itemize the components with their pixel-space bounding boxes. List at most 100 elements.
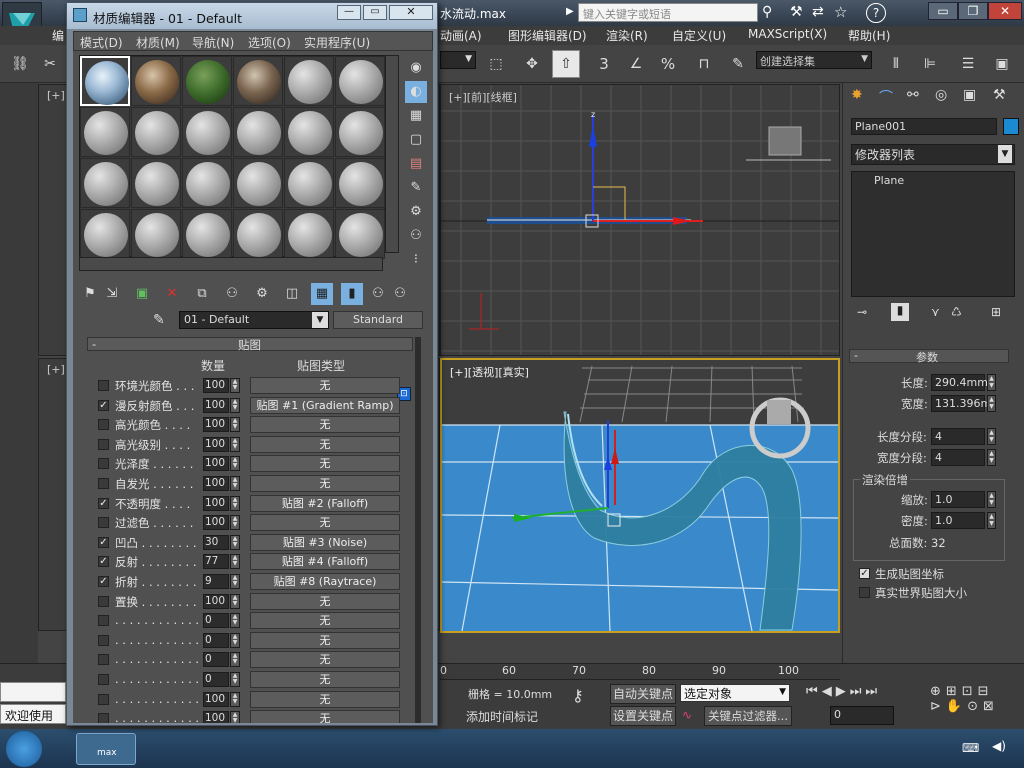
sample-slot-7[interactable] [80,107,130,157]
density-field[interactable]: 1.0 [931,512,985,529]
go-forward-sibling-icon[interactable]: ⚇ [389,283,411,305]
sample-slot-9[interactable] [182,107,232,157]
map-amount-spinner[interactable]: ▲ ▼ [230,476,240,491]
sample-slot-24[interactable] [335,209,385,259]
tools-icon[interactable]: ⚒ [790,4,803,20]
volume-icon[interactable]: ◀) [992,739,1006,753]
map-slot-button[interactable]: 无 [250,435,400,453]
video-color-check-icon[interactable]: ▤ [405,153,427,175]
object-name-field[interactable]: Plane001 [851,118,997,135]
keyboard-icon[interactable]: ⌨ [962,741,979,755]
sample-slot-14[interactable] [131,158,181,208]
map-slot-button[interactable]: 无 [250,514,400,532]
make-copy-icon[interactable]: ⧉ [191,283,213,305]
map-amount-spinner[interactable]: ▲ ▼ [230,515,240,531]
map-amount-field[interactable]: 100 [203,593,229,609]
map-enable-checkbox[interactable] [98,713,109,723]
menu-maxscript[interactable]: MAXScript(X) [748,27,827,41]
maxscript-listener-mini[interactable] [0,682,66,702]
width-field[interactable]: 131.396m [931,395,991,412]
map-slot-button[interactable]: 贴图 #1 (Gradient Ramp) [250,396,400,414]
map-amount-field[interactable]: 0 [203,632,229,648]
spinner-snap-icon[interactable]: ⊓ [690,50,718,78]
taskbar-3dsmax[interactable]: max [76,733,136,765]
slots-horizontal-scrollbar[interactable] [79,257,383,271]
snap-3-icon[interactable]: 3 [590,50,618,78]
width-segs-spinner[interactable]: ▲ ▼ [987,449,996,466]
sample-slot-10[interactable] [233,107,283,157]
start-orb-icon[interactable] [6,731,42,767]
map-amount-spinner[interactable]: ▲ ▼ [230,397,240,413]
gen-map-coords-checkbox[interactable]: ✓ [859,568,870,579]
material-map-navigator-icon[interactable]: ⁝ [405,249,427,271]
remove-modifier-icon[interactable]: ♺ [951,305,962,319]
sample-type-icon[interactable]: ◉ [405,57,427,79]
med-maximize-button[interactable]: ▭ [363,5,387,20]
map-slot-button[interactable]: 无 [250,377,400,394]
sample-slot-17[interactable] [284,158,334,208]
select-by-name-icon[interactable]: ⬚ [482,50,510,78]
scale-spinner[interactable]: ▲ ▼ [987,491,996,508]
reset-map-icon[interactable]: ✕ [161,283,183,305]
map-amount-field[interactable]: 100 [203,476,229,491]
med-minimize-button[interactable]: — [337,5,361,20]
reference-coord-icon[interactable]: ⇧ [552,50,580,78]
map-amount-field[interactable]: 30 [203,534,229,550]
assign-to-selection-icon[interactable]: ▣ [131,283,153,305]
backlight-icon[interactable]: ◐ [405,81,427,103]
map-amount-spinner[interactable]: ▲ ▼ [230,711,240,723]
put-to-library-icon[interactable]: ⚙ [251,283,273,305]
show-map-in-viewport-icon[interactable]: ▦ [311,283,333,305]
sample-slot-19[interactable] [80,209,130,259]
map-amount-spinner[interactable]: ▲ ▼ [230,495,240,511]
width-spinner[interactable]: ▲ ▼ [987,395,996,412]
map-enable-checkbox[interactable] [98,674,109,685]
exchange-icon[interactable]: ⇄ [812,4,824,20]
show-end-result-icon[interactable]: ▮ [891,303,909,321]
auto-key-button[interactable]: 自动关键点 [610,684,676,704]
map-amount-spinner[interactable]: ▲ ▼ [230,613,240,629]
motion-tab-icon[interactable]: ◎ [935,87,947,103]
sample-slot-13[interactable] [80,158,130,208]
map-slot-button[interactable]: 无 [250,592,400,610]
binoculars-icon[interactable]: ⚲ [762,4,772,20]
med-menu-material[interactable]: 材质(M) [136,34,180,51]
close-button[interactable]: ✕ [988,2,1022,20]
background-icon[interactable]: ▦ [405,105,427,127]
sample-slot-16[interactable] [233,158,283,208]
align-icon[interactable]: ⊫ [916,50,944,78]
mirror-icon[interactable]: ⫴ [882,50,910,78]
sample-slot-1[interactable] [80,56,130,106]
get-material-icon[interactable]: ⚑ [79,283,101,305]
map-enable-checkbox[interactable] [98,478,109,489]
menu-help[interactable]: 帮助(H) [848,27,890,44]
sample-slot-6[interactable] [335,56,385,106]
menu-graph-editors[interactable]: 图形编辑器(D) [508,27,587,44]
render-setup-icon[interactable]: ▣ [988,50,1016,78]
sample-slot-11[interactable] [284,107,334,157]
map-slot-button[interactable]: 无 [250,671,400,688]
sample-uv-tiling-icon[interactable]: ▢ [405,129,427,151]
angle-snap-icon[interactable]: ∠ [622,50,650,78]
slots-vertical-scrollbar[interactable] [385,55,399,253]
map-enable-checkbox[interactable]: ✓ [98,576,109,587]
make-preview-icon[interactable]: ✎ [405,177,427,199]
named-selection-dropdown[interactable]: 创建选择集 ▼ [756,51,872,69]
width-segs-field[interactable]: 4 [931,449,985,466]
pin-stack-icon[interactable]: ⊸ [857,305,867,319]
put-to-scene-icon[interactable]: ⇲ [101,283,123,305]
map-enable-checkbox[interactable] [98,654,109,666]
playback-controls[interactable]: ⏮◀▶⏭⏭ [806,684,906,704]
map-enable-checkbox[interactable] [98,595,109,607]
modify-tab-icon[interactable]: ⌒ [879,87,893,107]
add-time-tag[interactable]: 添加时间标记 [466,708,538,725]
map-slot-button[interactable]: 无 [250,612,400,630]
play-arrow-icon[interactable]: ▶ [566,3,576,21]
map-amount-field[interactable]: 100 [203,397,229,413]
map-slot-button[interactable]: 无 [250,455,400,473]
unlink-icon[interactable]: ✂ [36,50,64,78]
material-type-button[interactable]: Standard [333,311,423,329]
map-enable-checkbox[interactable]: ✓ [98,399,109,411]
star-icon[interactable]: ☆ [834,3,847,21]
sample-slot-15[interactable] [182,158,232,208]
